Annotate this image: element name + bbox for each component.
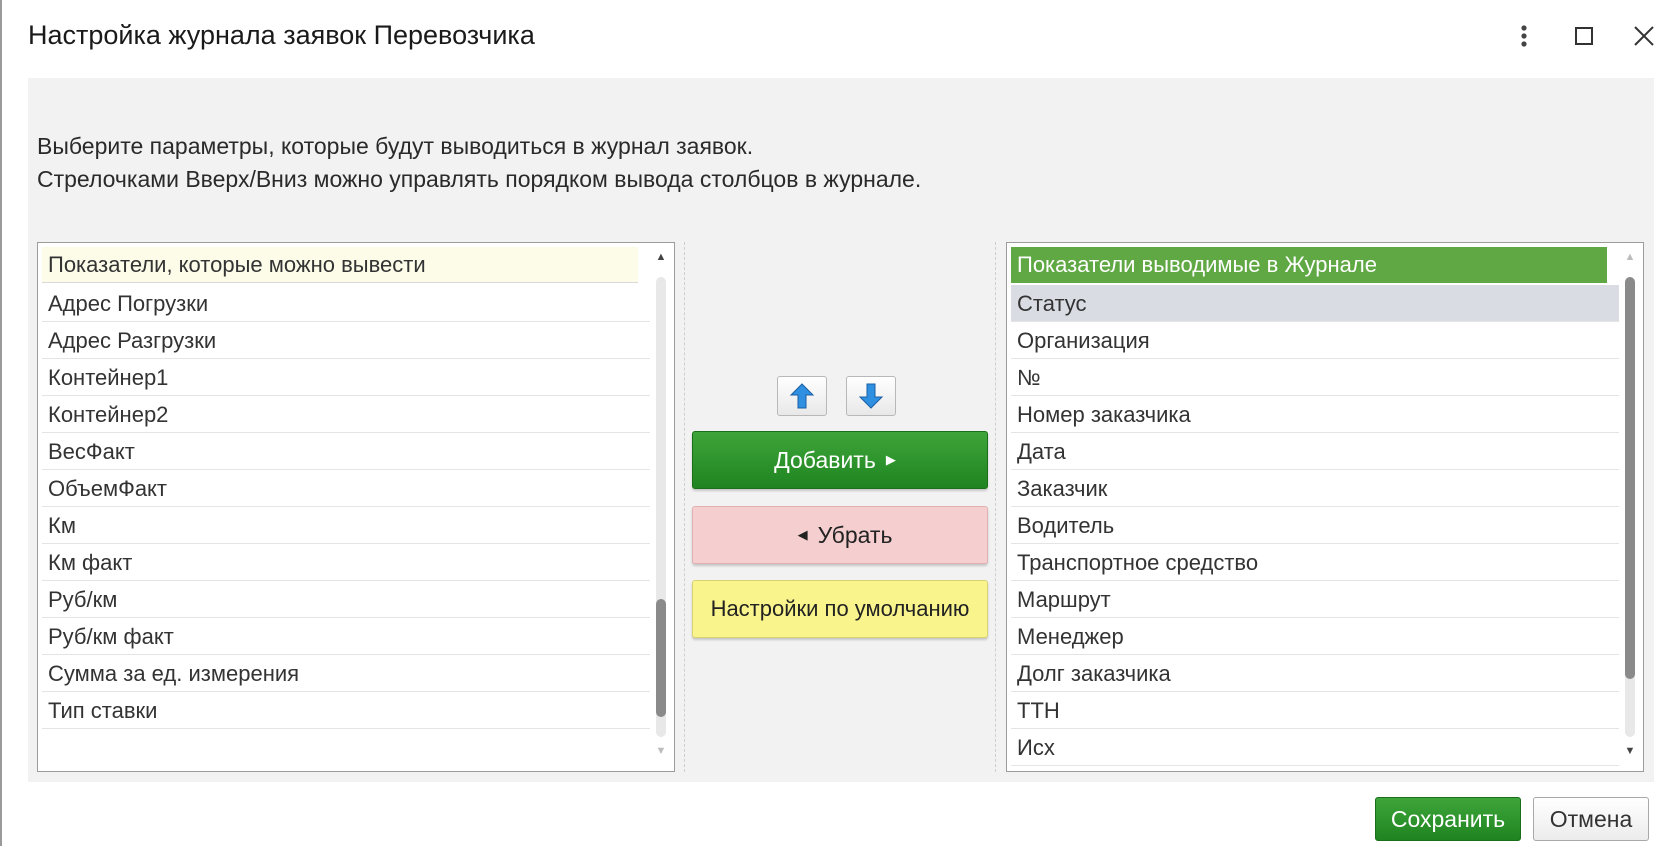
list-item[interactable]: Маршрут [1011, 581, 1619, 618]
selected-columns-rows: Статус Организация № Номер заказчика Дата Зак… [1011, 285, 1619, 766]
list-item[interactable]: Руб/км [42, 581, 650, 618]
add-button-label: Добавить [774, 446, 876, 473]
remove-button[interactable]: ◀ Убрать [692, 506, 988, 564]
list-item[interactable]: Контейнер1 [42, 359, 650, 396]
maximize-icon[interactable] [1564, 16, 1604, 56]
close-icon[interactable] [1624, 16, 1664, 56]
reset-defaults-button[interactable]: Настройки по умолчанию [692, 580, 988, 638]
list-item[interactable]: Статус [1011, 285, 1619, 322]
available-columns-rows: Адрес Погрузки Адрес Разгрузки Контейнер1 К… [42, 285, 650, 729]
cancel-button[interactable]: Отмена [1533, 797, 1649, 841]
list-item[interactable]: ОбъемФакт [42, 470, 650, 507]
list-item[interactable]: Водитель [1011, 507, 1619, 544]
list-item[interactable]: Тип ставки [42, 692, 650, 729]
instructions-line-1: Выберите параметры, которые будут выводи… [37, 133, 754, 159]
add-button[interactable]: Добавить ▶ [692, 431, 988, 489]
divider [995, 242, 996, 772]
save-button[interactable]: Сохранить [1375, 797, 1521, 841]
instructions: Выберите параметры, которые будут выводи… [37, 130, 921, 196]
move-down-button[interactable] [846, 376, 896, 416]
scroll-down-icon[interactable]: ▼ [654, 745, 668, 765]
selected-columns-list[interactable]: Показатели выводимые в Журнале Статус Орг… [1006, 242, 1644, 772]
scroll-track[interactable] [1625, 277, 1635, 737]
list-item[interactable]: Номер заказчика [1011, 396, 1619, 433]
list-item[interactable]: Организация [1011, 322, 1619, 359]
available-columns-list[interactable]: Показатели, которые можно вывести Адрес … [37, 242, 675, 772]
scroll-up-icon[interactable]: ▲ [1623, 251, 1637, 271]
reset-defaults-label: Настройки по умолчанию [710, 596, 970, 621]
list-item[interactable]: Руб/км факт [42, 618, 650, 655]
list-item[interactable]: ВесФакт [42, 433, 650, 470]
dialog-title: Настройка журнала заявок Перевозчика [28, 20, 535, 50]
list-item[interactable]: № [1011, 359, 1619, 396]
list-item[interactable]: Исх [1011, 729, 1619, 766]
list-item[interactable]: Км [42, 507, 650, 544]
move-up-button[interactable] [777, 376, 827, 416]
arrow-up-icon [789, 383, 815, 409]
scroll-up-icon[interactable]: ▲ [654, 251, 668, 271]
divider [684, 242, 685, 772]
kebab-menu-icon[interactable] [1504, 16, 1544, 56]
instructions-line-2: Стрелочками Вверх/Вниз можно управлять п… [37, 166, 922, 192]
list-item[interactable]: Сумма за ед. измерения [42, 655, 650, 692]
settings-dialog: Настройка журнала заявок Перевозчика Выб… [0, 0, 1680, 846]
list-item[interactable]: Долг заказчика [1011, 655, 1619, 692]
scroll-track[interactable] [656, 277, 666, 737]
selected-columns-header[interactable]: Показатели выводимые в Журнале [1011, 247, 1607, 283]
scroll-down-icon[interactable]: ▼ [1623, 745, 1637, 765]
list-item[interactable]: Менеджер [1011, 618, 1619, 655]
list-item[interactable]: Транспортное средство [1011, 544, 1619, 581]
triangle-right-icon: ▶ [885, 452, 896, 467]
list-item[interactable]: Контейнер2 [42, 396, 650, 433]
list-item[interactable]: Заказчик [1011, 470, 1619, 507]
list-item[interactable]: Дата [1011, 433, 1619, 470]
list-item[interactable]: Адрес Разгрузки [42, 322, 650, 359]
arrow-down-icon [858, 383, 884, 409]
scroll-thumb[interactable] [656, 599, 666, 717]
scroll-thumb[interactable] [1625, 277, 1635, 679]
right-scrollbar[interactable]: ▲ ▼ [1623, 247, 1637, 767]
list-item[interactable]: Км факт [42, 544, 650, 581]
remove-button-label: Убрать [817, 521, 893, 548]
list-item[interactable]: Адрес Погрузки [42, 285, 650, 322]
list-item[interactable]: ТТН [1011, 692, 1619, 729]
left-scrollbar[interactable]: ▲ ▼ [654, 247, 668, 767]
triangle-left-icon: ◀ [797, 527, 808, 542]
available-columns-header[interactable]: Показатели, которые можно вывести [42, 247, 638, 283]
